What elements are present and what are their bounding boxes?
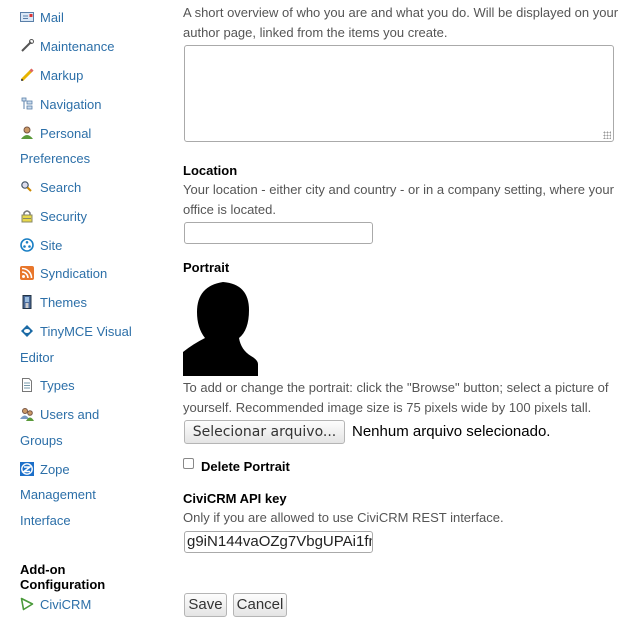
sidebar-item-site[interactable]: Site xyxy=(20,238,62,254)
sidebar-item-label: Personal xyxy=(40,126,92,141)
sidebar-item-search[interactable]: Search xyxy=(20,180,81,196)
sidebar-item-syndication[interactable]: Syndication xyxy=(20,266,107,282)
browse-file-button[interactable]: Selecionar arquivo... xyxy=(184,420,345,444)
pencil-icon xyxy=(20,68,34,82)
zope-icon xyxy=(20,462,34,476)
wrench-icon xyxy=(20,39,34,53)
location-label: Location xyxy=(183,163,238,178)
sidebar-item-label: Syndication xyxy=(40,266,108,281)
sidebar-item-label: Zope xyxy=(40,462,70,477)
location-input[interactable] xyxy=(184,222,373,244)
sidebar-item-security[interactable]: Security xyxy=(20,209,87,225)
sidebar-item-tinymce-visual-editor-cont[interactable]: Editor xyxy=(20,350,54,366)
api-key-label: CiviCRM API key xyxy=(183,491,287,506)
sidebar-item-markup[interactable]: Markup xyxy=(20,68,83,84)
sidebar-item-mail[interactable]: Mail xyxy=(20,10,64,26)
sidebar-item-label: Users and xyxy=(40,407,100,422)
rss-icon xyxy=(20,266,34,280)
document-icon xyxy=(20,378,34,392)
delete-portrait-checkbox[interactable] xyxy=(183,458,194,469)
civicrm-icon xyxy=(20,597,34,611)
delete-portrait-label: Delete Portrait xyxy=(201,459,290,474)
sidebar-item-label: Navigation xyxy=(40,97,102,112)
sidebar-item-label: Site xyxy=(40,238,63,253)
sidebar-item-label: TinyMCE Visual xyxy=(40,324,132,339)
sidebar-item-themes[interactable]: Themes xyxy=(20,295,87,311)
sidebar-item-label: Themes xyxy=(40,295,87,310)
sidebar-item-zope-cont[interactable]: Management xyxy=(20,487,96,503)
sidebar-item-types[interactable]: Types xyxy=(20,378,75,394)
no-file-selected-text: Nenhum arquivo selecionado. xyxy=(352,423,551,440)
sidebar-item-personal-preferences-cont[interactable]: Preferences xyxy=(20,151,90,167)
sidebar-item-users-and-groups[interactable]: Users and xyxy=(20,407,99,423)
theme-icon xyxy=(20,295,34,309)
sidebar-item-navigation[interactable]: Navigation xyxy=(20,97,101,113)
sidebar-item-zope-management-interface[interactable]: Zope xyxy=(20,462,70,478)
user-icon xyxy=(20,126,34,140)
resize-grip-icon[interactable] xyxy=(603,131,611,139)
portrait-help: To add or change the portrait: click the… xyxy=(183,380,609,415)
sidebar-item-civicrm[interactable]: CiviCRM xyxy=(20,597,91,613)
api-key-help: Only if you are allowed to use CiviCRM R… xyxy=(183,510,504,525)
biography-textarea[interactable] xyxy=(184,45,614,142)
addon-configuration-heading: Add-on Configuration xyxy=(20,562,106,592)
api-key-input[interactable]: g9iN144vaOZg7VbgUPAi1fn xyxy=(184,531,373,553)
portrait-image xyxy=(183,280,258,376)
sidebar-item-tinymce-visual-editor[interactable]: TinyMCE Visual xyxy=(20,324,132,340)
sidebar-item-label: Types xyxy=(40,378,75,393)
sidebar-item-label: Markup xyxy=(40,68,84,83)
sidebar-item-label: Security xyxy=(40,209,87,224)
sidebar-item-maintenance[interactable]: Maintenance xyxy=(20,39,114,55)
sidebar-item-label: Mail xyxy=(40,10,64,25)
site-icon xyxy=(20,238,34,252)
mail-icon xyxy=(20,10,34,24)
portrait-label: Portrait xyxy=(183,260,230,275)
sidebar-item-label: Maintenance xyxy=(40,39,115,54)
sidebar-item-label: CiviCRM xyxy=(40,597,92,612)
cancel-button[interactable]: Cancel xyxy=(233,593,287,617)
location-help: Your location - either city and country … xyxy=(183,182,614,217)
sidebar-item-personal-preferences[interactable]: Personal xyxy=(20,126,91,142)
magnifier-icon xyxy=(20,180,34,194)
save-button[interactable]: Save xyxy=(184,593,227,617)
sidebar-item-label: Search xyxy=(40,180,82,195)
users-icon xyxy=(20,407,34,421)
lock-icon xyxy=(20,209,34,223)
sidebar-item-zope-cont2[interactable]: Interface xyxy=(20,513,71,529)
navigation-tree-icon xyxy=(20,97,34,111)
sidebar-item-users-and-groups-cont[interactable]: Groups xyxy=(20,433,63,449)
biography-help: A short overview of who you are and what… xyxy=(183,5,619,40)
tinymce-icon xyxy=(20,324,34,338)
